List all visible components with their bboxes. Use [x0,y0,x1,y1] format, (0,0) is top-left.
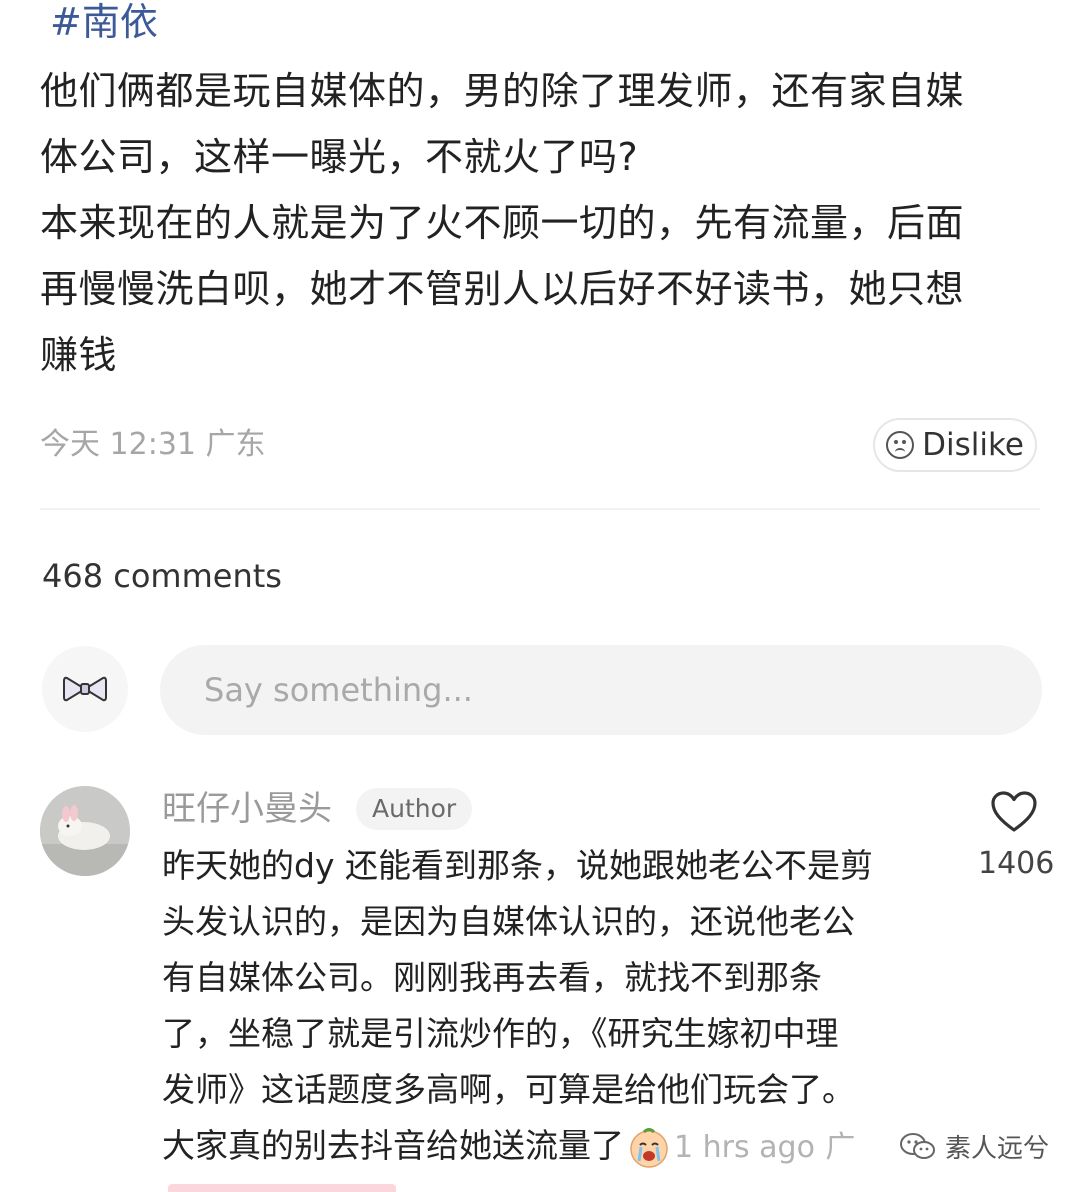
comment-username[interactable]: 旺仔小曼头 [162,786,332,832]
topic-tag[interactable]: #南依 [50,0,158,50]
post-line: 他们俩都是玩自媒体的，男的除了理发师，还有家自媒 [40,69,965,113]
heart-icon[interactable] [990,790,1038,834]
comment-time: 1 hrs ago [674,1130,815,1165]
sad-face-icon [886,431,915,459]
comment-text: 大家真的别去抖音给她送流量了 [162,1126,624,1165]
dislike-label: Dislike [922,427,1024,463]
comments-count: 468 comments [42,557,282,595]
comment-line: 发师》这话题度多高啊，可算是给他们玩会了。 [162,1070,855,1109]
crying-face-emoji [630,1127,668,1168]
comment-location: 广 [825,1130,856,1165]
author-badge: Author [356,788,473,830]
post-meta: 今天 12:31 广东 [40,425,266,465]
watermark-text: 素人远兮 [945,1134,1050,1164]
post-line: 再慢慢洗白呗，她才不管别人以后好不好读书，她只想 [40,267,965,311]
post-line: 体公司，这样一曝光，不就火了吗? [40,135,639,179]
bottom-partial-element [168,1184,396,1192]
comment-line-last: 大家真的别去抖音给她送流量了 1 hrs ago 广 [162,1118,952,1176]
like-count: 1406 [978,846,1055,881]
watermark: 素人远兮 [895,1126,1054,1167]
dislike-button[interactable]: Dislike [873,418,1037,472]
divider [40,508,1040,510]
post-location: 广东 [205,427,266,462]
comment-line: 头发认识的，是因为自媒体认识的，还说他老公 [162,902,855,941]
comment-line: 昨天她的dy 还能看到那条，说她跟她老公不是剪 [162,846,873,885]
post-content: 他们俩都是玩自媒体的，男的除了理发师，还有家自媒 体公司，这样一曝光，不就火了吗… [40,58,1040,388]
post-line: 本来现在的人就是为了火不顾一切的，先有流量，后面 [40,201,965,245]
post-line: 赚钱 [40,333,118,377]
post-time: 今天 12:31 [40,427,196,462]
my-avatar[interactable] [42,646,128,732]
avatar-image [40,786,130,876]
bow-icon [63,676,107,702]
comment-body: 昨天她的dy 还能看到那条，说她跟她老公不是剪 头发认识的，是因为自媒体认识的，… [162,838,952,1176]
avatar[interactable] [40,786,130,876]
comment-line: 有自媒体公司。刚刚我再去看，就找不到那条 [162,958,822,997]
comment-input[interactable] [160,645,1042,735]
wechat-icon [900,1132,935,1159]
comment-line: 了，坐稳了就是引流炒作的，《研究生嫁初中理 [162,1014,839,1053]
